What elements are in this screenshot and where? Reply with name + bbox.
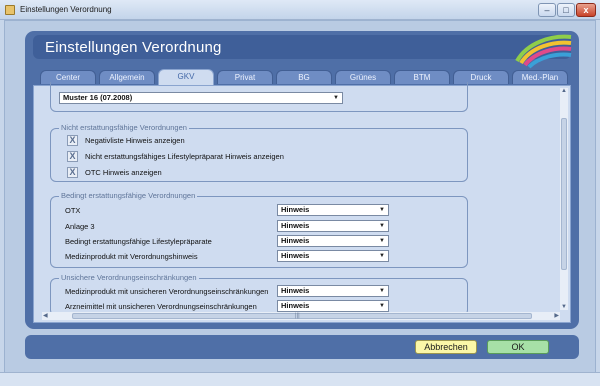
header-bar: Einstellungen Verordnung (33, 34, 572, 69)
scroll-right-icon[interactable]: ▶ (554, 312, 559, 319)
otx-select[interactable]: Hinweis ▼ (277, 204, 389, 216)
scroll-down-icon[interactable]: ▼ (561, 304, 567, 310)
select-value: Hinweis (281, 236, 310, 245)
cancel-button[interactable]: Abbrechen (415, 340, 477, 354)
chevron-down-icon: ▼ (379, 303, 385, 309)
checkbox-label: Negativliste Hinweis anzeigen (85, 136, 185, 145)
form-group: Muster 16 (07.2008) ▼ (50, 82, 468, 112)
chevron-down-icon: ▼ (379, 223, 385, 229)
medizinprodukt-select[interactable]: Hinweis ▼ (277, 250, 389, 262)
checkbox-label: Nicht erstattungsfähiges Lifestylepräpar… (85, 152, 284, 161)
group-nicht-erstattungsfaehig: Nicht erstattungsfähige Verordnungen X N… (50, 123, 468, 182)
maximize-icon[interactable]: □ (557, 3, 575, 17)
select-value: Hinweis (281, 301, 310, 310)
group-bedingt-erstattungsfaehig: Bedingt erstattungsfähige Verordnungen O… (50, 191, 468, 268)
scroll-up-icon[interactable]: ▲ (561, 88, 567, 94)
button-bar: Abbrechen OK (25, 335, 579, 359)
close-icon[interactable]: x (576, 3, 596, 17)
checkbox-lifestyle[interactable]: X (67, 151, 78, 162)
window-title: Einstellungen Verordnung (20, 5, 112, 14)
vertical-scroll-thumb[interactable] (561, 118, 567, 270)
chevron-down-icon: ▼ (333, 95, 339, 101)
setting-label: Bedingt erstattungsfähige Lifestylepräpa… (65, 237, 212, 246)
tab-content: Muster 16 (07.2008) ▼ Nicht erstattungsf… (33, 82, 571, 323)
horizontal-scrollbar[interactable]: ◀ ||| ▶ (42, 312, 560, 320)
horizontal-scroll-thumb[interactable]: ||| (72, 313, 532, 319)
group-unsichere-einschraenkungen: Unsichere Verordnungseinschränkungen Med… (50, 273, 468, 316)
select-value: Hinweis (281, 286, 310, 295)
vertical-scrollbar[interactable]: ▲ ▼ (560, 88, 568, 310)
swoosh-logo-icon (515, 34, 572, 69)
anlage3-select[interactable]: Hinweis ▼ (277, 220, 389, 232)
minimize-icon[interactable]: – (538, 3, 556, 17)
form-select[interactable]: Muster 16 (07.2008) ▼ (59, 92, 343, 104)
arzneimittel-unsicher-select[interactable]: Hinweis ▼ (277, 300, 389, 312)
form-select-value: Muster 16 (07.2008) (63, 93, 133, 102)
app-icon (5, 5, 15, 15)
group-legend: Unsichere Verordnungseinschränkungen (59, 273, 199, 282)
setting-label: Arzneimittel mit unsicheren Verordnungse… (65, 302, 257, 311)
medizinprodukt-unsicher-select[interactable]: Hinweis ▼ (277, 285, 389, 297)
chevron-down-icon: ▼ (379, 253, 385, 259)
group-legend: Bedingt erstattungsfähige Verordnungen (59, 191, 198, 200)
checkbox-label: OTC Hinweis anzeigen (85, 168, 162, 177)
checkbox-otc[interactable]: X (67, 167, 78, 178)
setting-label: Medizinprodukt mit Verordnungshinweis (65, 252, 198, 261)
setting-label: OTX (65, 206, 81, 215)
main-panel: Einstellungen Verordnung Center Allgemei… (25, 31, 579, 329)
window-body: Einstellungen Verordnung Center Allgemei… (4, 20, 596, 382)
window-titlebar: Einstellungen Verordnung – □ x (0, 0, 600, 20)
ok-button[interactable]: OK (487, 340, 549, 354)
chevron-down-icon: ▼ (379, 238, 385, 244)
status-bar (0, 372, 600, 386)
scroll-grip-icon: ||| (295, 313, 300, 319)
page-title: Einstellungen Verordnung (45, 39, 222, 56)
group-legend: Nicht erstattungsfähige Verordnungen (59, 123, 189, 132)
select-value: Hinweis (281, 221, 310, 230)
select-value: Hinweis (281, 205, 310, 214)
setting-label: Anlage 3 (65, 222, 95, 231)
tab-med-plan[interactable]: Med.-Plan (512, 70, 568, 84)
checkbox-negativliste[interactable]: X (67, 135, 78, 146)
lifestyle-select[interactable]: Hinweis ▼ (277, 235, 389, 247)
chevron-down-icon: ▼ (379, 207, 385, 213)
setting-label: Medizinprodukt mit unsicheren Verordnung… (65, 287, 269, 296)
chevron-down-icon: ▼ (379, 288, 385, 294)
select-value: Hinweis (281, 251, 310, 260)
scroll-left-icon[interactable]: ◀ (43, 312, 48, 319)
